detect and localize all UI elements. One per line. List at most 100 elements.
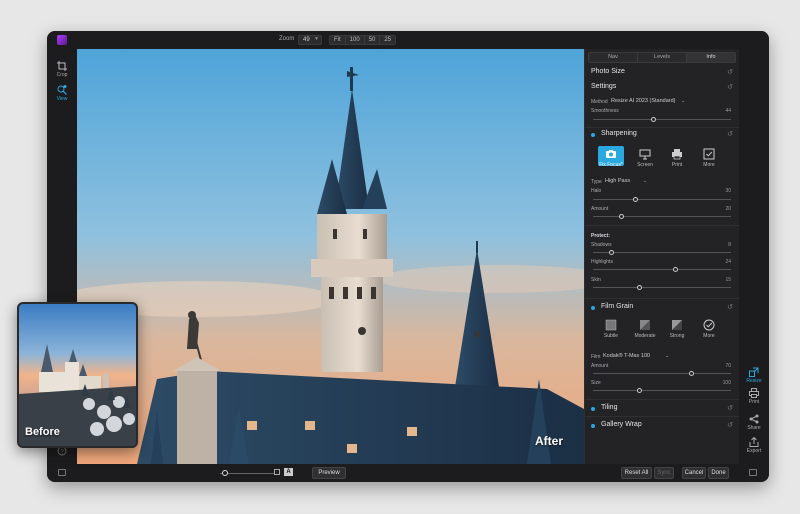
photo-size-title[interactable]: Photo Size xyxy=(591,68,625,75)
gallery-wrap-enabled-dot[interactable] xyxy=(591,424,595,428)
view-icon xyxy=(57,85,67,95)
done-button[interactable]: Done xyxy=(708,467,729,479)
subtle-label: Subtle xyxy=(603,333,619,339)
shadows-value: 8 xyxy=(728,242,731,248)
skin-value: 15 xyxy=(725,277,731,283)
strong-label: Strong xyxy=(669,333,685,339)
zoom-preset-fit[interactable]: Fit xyxy=(330,36,346,44)
settings-reset-icon[interactable]: ↺ xyxy=(727,83,733,91)
amount-knob[interactable] xyxy=(619,214,624,219)
halo-value: 30 xyxy=(725,188,731,194)
tool-export-label: Export xyxy=(746,448,762,454)
highlights-knob[interactable] xyxy=(673,267,678,272)
tab-nav[interactable]: Nav xyxy=(589,53,638,62)
tiling-reset-icon[interactable]: ↺ xyxy=(727,404,733,412)
thumbnail-size-slider[interactable] xyxy=(220,470,275,476)
chevron-down-icon: ⌄ xyxy=(665,353,670,359)
share-icon xyxy=(749,414,759,424)
film-grain-title[interactable]: Film Grain xyxy=(601,303,633,310)
grain-amount-slider[interactable] xyxy=(593,371,731,376)
grain-size-label: Size xyxy=(591,380,601,386)
sharpening-option-print[interactable]: Print xyxy=(664,148,690,168)
highlights-slider[interactable] xyxy=(593,267,731,272)
highlights-value: 24 xyxy=(725,259,731,265)
tiling-enabled-dot[interactable] xyxy=(591,407,595,411)
film-grain-option-moderate[interactable]: Moderate xyxy=(632,319,658,339)
tool-view-label: View xyxy=(56,96,68,102)
amount-label: Amount xyxy=(591,206,609,212)
app-window: Zoom 49 ▼ Fit 100 50 25 Crop View ? Afte… xyxy=(47,31,769,482)
type-select[interactable]: High Pass xyxy=(605,178,630,184)
tool-share[interactable]: Share xyxy=(742,414,766,431)
zoom-label: Zoom xyxy=(279,36,295,42)
tool-export[interactable]: Export xyxy=(742,437,766,454)
photo-size-reset-icon[interactable]: ↺ xyxy=(727,68,733,76)
film-grain-option-more[interactable]: More xyxy=(696,319,722,339)
photo-canvas[interactable]: After xyxy=(77,49,584,464)
skin-label: Skin xyxy=(591,277,601,283)
halo-knob[interactable] xyxy=(633,197,638,202)
tab-info[interactable]: Info xyxy=(687,53,735,62)
more-check-icon xyxy=(703,148,715,160)
tool-view[interactable]: View xyxy=(51,85,73,102)
zoom-presets: Fit 100 50 25 xyxy=(329,35,397,45)
grain-amount-knob[interactable] xyxy=(689,371,694,376)
compare-a-badge[interactable]: A xyxy=(284,468,293,476)
film-grain-option-strong[interactable]: Strong xyxy=(664,319,690,339)
settings-title[interactable]: Settings xyxy=(591,83,616,90)
method-select[interactable]: Resize AI 2023 (Standard) xyxy=(611,98,676,104)
gallery-wrap-title[interactable]: Gallery Wrap xyxy=(601,421,642,428)
app-logo-icon xyxy=(57,35,67,45)
grain-size-slider[interactable] xyxy=(593,388,731,393)
tool-resize-label: Resize xyxy=(746,378,762,384)
divider xyxy=(585,225,739,226)
top-bar: Zoom 49 ▼ Fit 100 50 25 xyxy=(47,31,769,49)
smoothness-knob[interactable] xyxy=(651,117,656,122)
tool-crop[interactable]: Crop xyxy=(51,61,73,78)
thumbnail-size-knob[interactable] xyxy=(222,470,228,476)
tiling-title[interactable]: Tiling xyxy=(601,404,617,411)
skin-knob[interactable] xyxy=(637,285,642,290)
sharpening-title[interactable]: Sharpening xyxy=(601,130,637,137)
gallery-wrap-reset-icon[interactable]: ↺ xyxy=(727,421,733,429)
film-grain-enabled-dot[interactable] xyxy=(591,306,595,310)
film-label: Film xyxy=(591,354,601,360)
preview-button[interactable]: Preview xyxy=(312,467,346,479)
skin-slider[interactable] xyxy=(593,285,731,290)
single-view-icon[interactable] xyxy=(274,469,280,475)
sharpening-enabled-dot[interactable] xyxy=(591,133,595,137)
film-grain-reset-icon[interactable]: ↺ xyxy=(727,303,733,311)
tool-share-label: Share xyxy=(747,425,761,431)
cancel-button[interactable]: Cancel xyxy=(682,467,706,479)
shadows-slider[interactable] xyxy=(593,250,731,255)
reset-all-button[interactable]: Reset All xyxy=(621,467,652,479)
sharpening-option-fix-focus[interactable]: Fix Focus* xyxy=(598,146,624,168)
panel-toggle-icon[interactable] xyxy=(749,469,757,476)
film-select[interactable]: Kodak® T-Max 100 xyxy=(603,353,650,359)
sharpening-option-more[interactable]: More xyxy=(696,148,722,168)
right-toolbar: Resize Print Share Export xyxy=(739,49,769,464)
smoothness-slider[interactable] xyxy=(593,117,731,122)
divider xyxy=(585,416,739,417)
halo-label: Halo xyxy=(591,188,602,194)
zoom-preset-50[interactable]: 50 xyxy=(365,36,381,44)
film-grain-option-subtle[interactable]: Subtle xyxy=(598,319,624,339)
chevron-down-icon: ⌄ xyxy=(681,98,686,104)
zoom-preset-25[interactable]: 25 xyxy=(380,36,395,44)
grain-moderate-icon xyxy=(640,320,650,330)
sharpening-reset-icon[interactable]: ↺ xyxy=(727,130,733,138)
halo-slider[interactable] xyxy=(593,197,731,202)
filmstrip-toggle-icon[interactable] xyxy=(58,469,66,476)
grain-size-knob[interactable] xyxy=(637,388,642,393)
shadows-knob[interactable] xyxy=(609,250,614,255)
tab-levels[interactable]: Levels xyxy=(638,53,687,62)
amount-slider[interactable] xyxy=(593,214,731,219)
tool-resize[interactable]: Resize xyxy=(742,367,766,384)
tool-print[interactable]: Print xyxy=(742,388,766,405)
sharpening-option-screen[interactable]: Screen xyxy=(632,148,658,168)
grain-subtle-icon xyxy=(605,319,617,331)
zoom-preset-100[interactable]: 100 xyxy=(346,36,365,44)
sync-button[interactable]: Sync xyxy=(654,467,674,479)
amount-value: 20 xyxy=(725,206,731,212)
smoothness-value: 44 xyxy=(725,108,731,114)
